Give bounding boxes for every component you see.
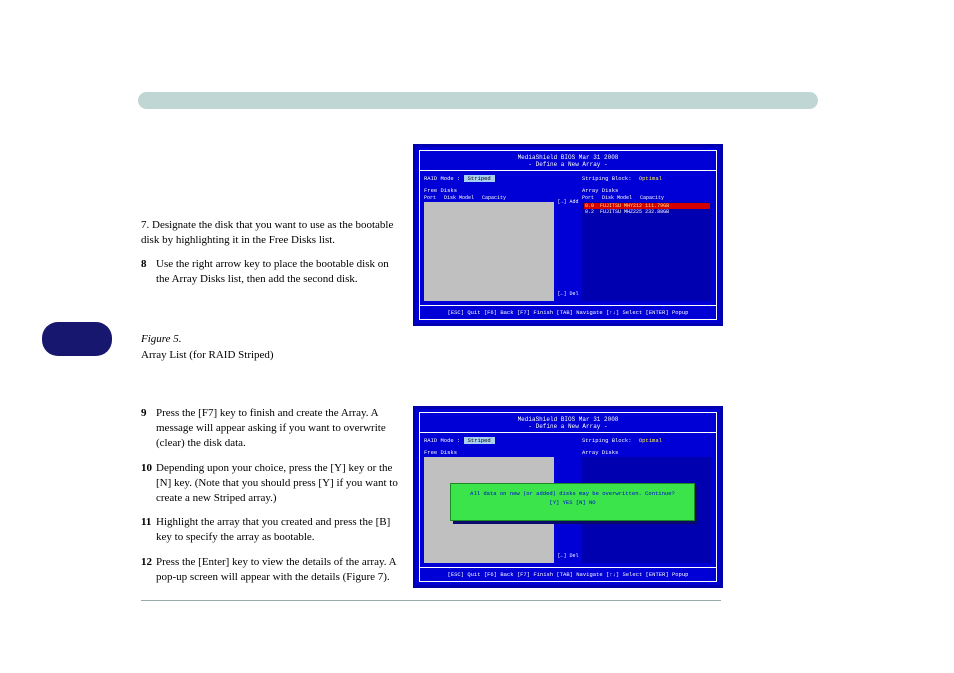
bios-title-line1: MediaShield BIOS Mar 31 2008 xyxy=(518,154,619,161)
step-number-8: 8 xyxy=(141,257,147,272)
striping-block-label: Striping Block: xyxy=(582,437,632,444)
instruction-step-9: Press the [F7] key to finish and create … xyxy=(156,406,401,451)
col-model: Disk Model xyxy=(602,195,632,201)
raid-mode-value: Striped xyxy=(464,175,495,182)
divider xyxy=(141,600,721,601)
free-disks-label: Free Disks xyxy=(424,187,554,194)
raid-mode-value: Striped xyxy=(464,437,495,444)
free-disks-list xyxy=(424,202,554,301)
array-disks-list: 0.0 FUJITSU MHY212 111.79GB 0.2 FUJITSU … xyxy=(582,202,712,301)
instruction-step-12: Press the [Enter] key to view the detail… xyxy=(156,555,401,585)
bios-footer-keys: [ESC] Quit [F6] Back [F7] Finish [TAB] N… xyxy=(420,305,716,319)
figure-badge xyxy=(42,322,112,356)
table-row: 0.2 FUJITSU MHZ225 232.88GB xyxy=(584,209,710,215)
striping-block-value: Optimal xyxy=(635,437,666,444)
instruction-step-11: Highlight the array that you created and… xyxy=(156,515,401,545)
bios-title-line1: MediaShield BIOS Mar 31 2008 xyxy=(518,416,619,423)
del-arrow-label: [←] Del xyxy=(557,291,578,297)
bios-screenshot-confirm-overwrite: MediaShield BIOS Mar 31 2008 - Define a … xyxy=(413,406,723,588)
add-arrow-label: [→] Add xyxy=(557,199,578,205)
col-capacity: Capacity xyxy=(482,195,506,201)
col-port: Port xyxy=(582,195,594,201)
step-number-12: 12 xyxy=(141,555,152,570)
del-arrow-label: [←] Del xyxy=(557,553,578,559)
col-capacity: Capacity xyxy=(640,195,664,201)
popup-options: [Y] YES [N] NO xyxy=(451,499,694,508)
array-disks-label: Array Disks xyxy=(582,449,712,456)
bios-title-line2: - Define a New Array - xyxy=(528,423,607,430)
popup-message: All data on new (or added) disks may be … xyxy=(451,490,694,499)
step-number-11: 11 xyxy=(141,515,151,530)
instruction-step-10: Depending upon your choice, press the [Y… xyxy=(156,461,401,506)
array-disks-label: Array Disks xyxy=(582,187,712,194)
instruction-step-8: Use the right arrow key to place the boo… xyxy=(156,257,401,287)
raid-mode-label: RAID Mode : xyxy=(424,175,460,182)
free-disks-label: Free Disks xyxy=(424,449,554,456)
raid-mode-label: RAID Mode : xyxy=(424,437,460,444)
figure-caption: Figure 5. xyxy=(141,332,182,347)
bios-screenshot-define-array: MediaShield BIOS Mar 31 2008 - Define a … xyxy=(413,144,723,326)
section-header-bar xyxy=(138,92,818,109)
instruction-step-7: 7. Designate the disk that you want to u… xyxy=(141,218,401,248)
bios-title-line2: - Define a New Array - xyxy=(528,161,607,168)
col-model: Disk Model xyxy=(444,195,474,201)
striping-block-label: Striping Block: xyxy=(582,175,632,182)
bios-footer-keys: [ESC] Quit [F6] Back [F7] Finish [TAB] N… xyxy=(420,567,716,581)
col-port: Port xyxy=(424,195,436,201)
striping-block-value: Optimal xyxy=(635,175,666,182)
step-number-10: 10 xyxy=(141,461,152,476)
step-number-9: 9 xyxy=(141,406,147,421)
confirm-overwrite-popup: All data on new (or added) disks may be … xyxy=(450,483,695,521)
figure-label: Array List (for RAID Striped) xyxy=(141,348,391,363)
